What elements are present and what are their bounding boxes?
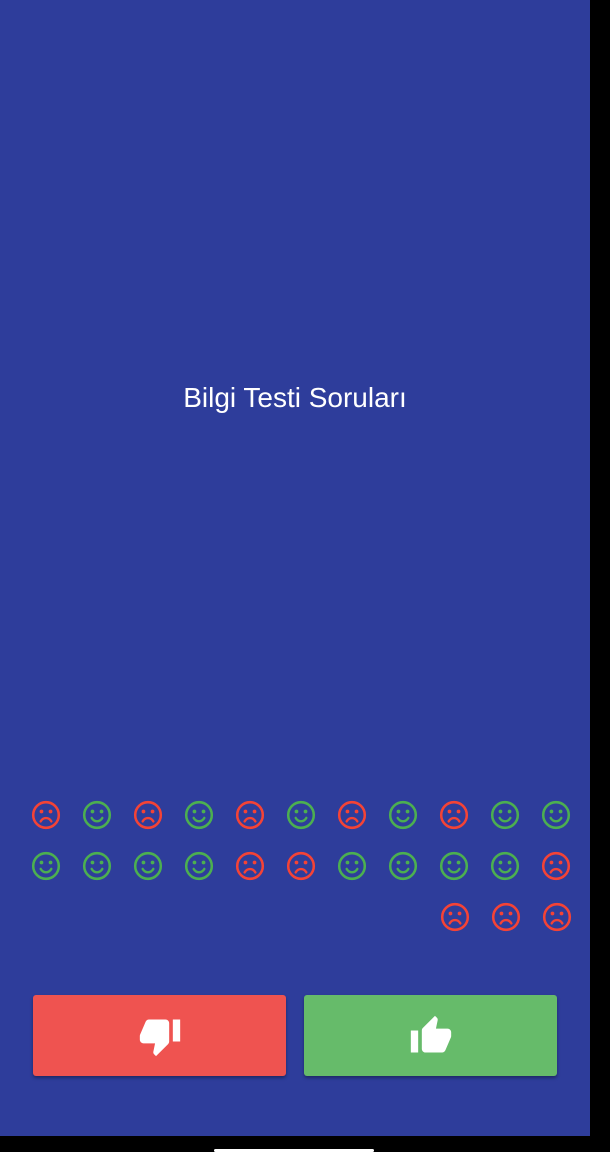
sad-face-icon <box>490 901 522 933</box>
thumb-down-icon <box>138 1014 182 1058</box>
smiley-face-icon <box>183 799 215 831</box>
smiley-face-icon <box>387 799 419 831</box>
sad-face-icon <box>540 850 572 882</box>
smiley-face-icon <box>489 799 521 831</box>
smiley-face-icon <box>30 850 62 882</box>
smiley-face-icon <box>81 850 113 882</box>
sad-face-icon <box>30 799 62 831</box>
smiley-face-icon <box>285 799 317 831</box>
smiley-face-icon <box>438 850 470 882</box>
sad-face-icon <box>234 850 266 882</box>
smiley-face-icon <box>540 799 572 831</box>
sad-face-icon <box>438 799 470 831</box>
smiley-face-icon <box>489 850 521 882</box>
question-text: Bilgi Testi Soruları <box>183 382 407 413</box>
smiley-face-icon <box>81 799 113 831</box>
sad-face-icon <box>541 901 573 933</box>
sad-face-icon <box>285 850 317 882</box>
smiley-face-icon <box>336 850 368 882</box>
screen-edge <box>590 0 610 1152</box>
smiley-face-icon <box>132 850 164 882</box>
score-keeper <box>0 0 590 960</box>
false-button[interactable] <box>33 995 286 1076</box>
smiley-face-icon <box>387 850 419 882</box>
sad-face-icon <box>336 799 368 831</box>
thumb-up-icon <box>409 1014 453 1058</box>
sad-face-icon <box>439 901 471 933</box>
sad-face-icon <box>132 799 164 831</box>
quiz-screen: Bilgi Testi Soruları <box>0 0 590 1136</box>
smiley-face-icon <box>183 850 215 882</box>
true-button[interactable] <box>304 995 557 1076</box>
sad-face-icon <box>234 799 266 831</box>
